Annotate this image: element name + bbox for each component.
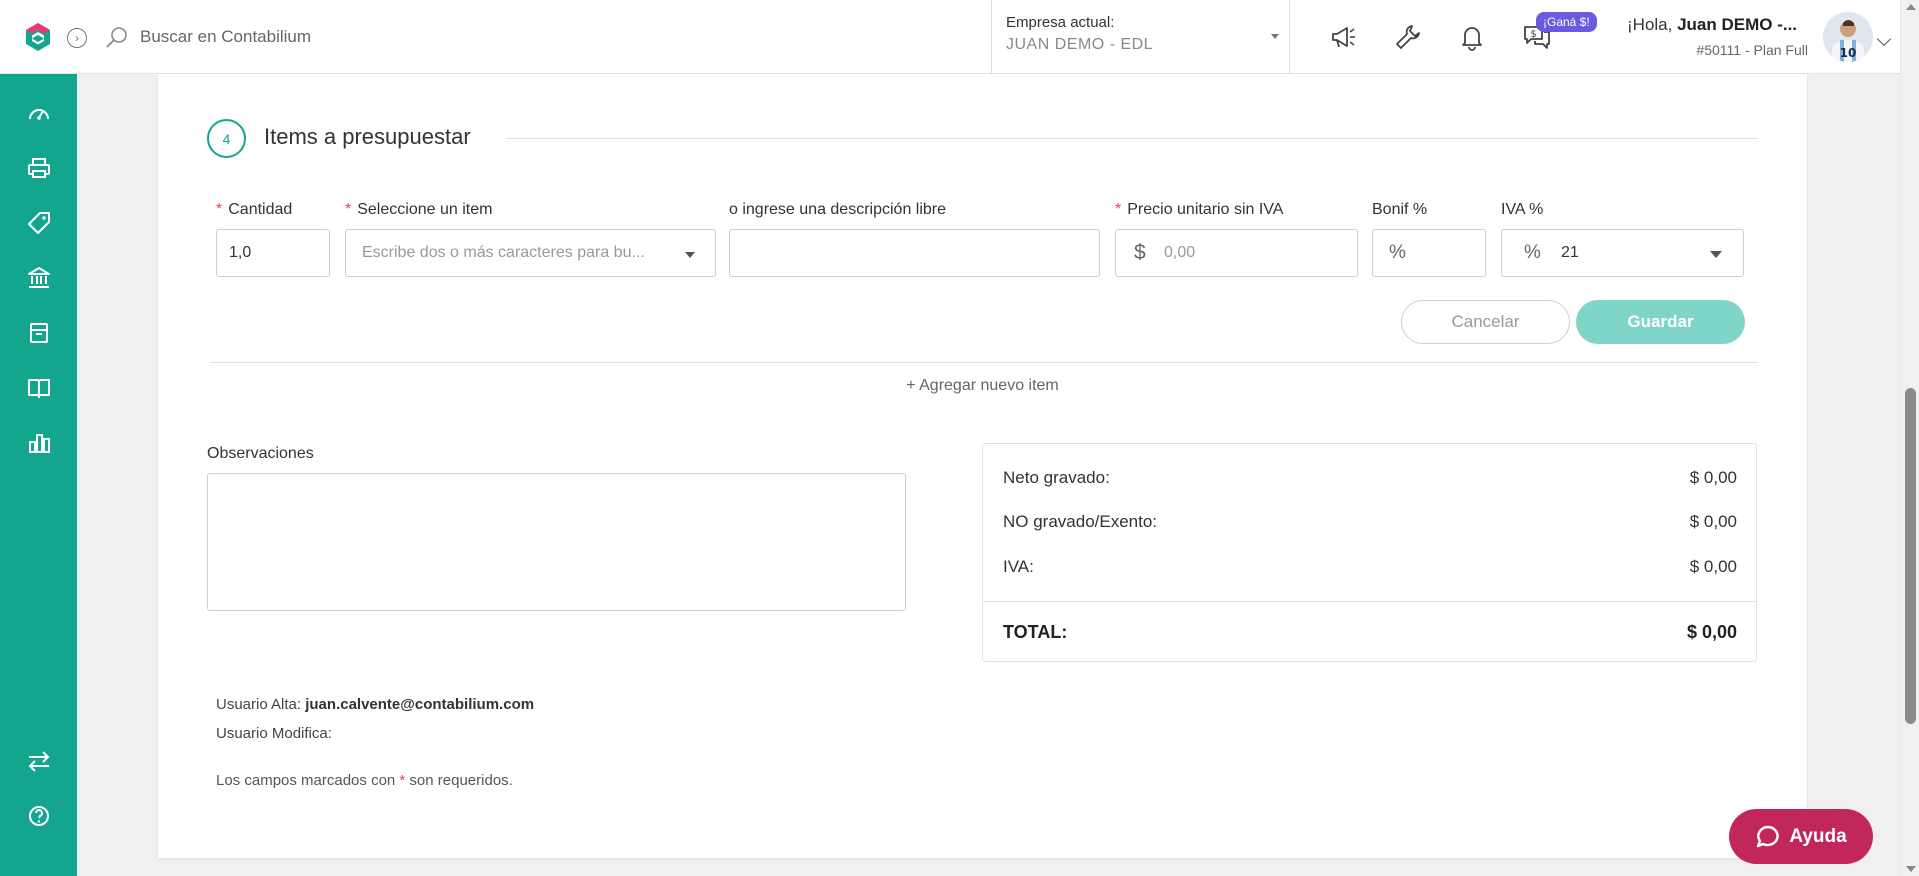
help-button-label: Ayuda: [1789, 825, 1847, 847]
archive-icon[interactable]: [26, 320, 52, 346]
dollar-icon: $: [1134, 241, 1146, 264]
item-select-label: * Seleccione un item: [345, 201, 492, 219]
totals-separator: [983, 601, 1756, 602]
created-by: Usuario Alta: juan.calvente@contabilium.…: [216, 696, 534, 713]
totals-panel: Neto gravado: $ 0,00 NO gravado/Exento: …: [982, 443, 1757, 662]
promo-badge[interactable]: ¡Ganá $!: [1536, 12, 1597, 32]
totals-row: NO gravado/Exento: $ 0,00: [1003, 512, 1737, 532]
scroll-up-icon[interactable]: [1906, 4, 1916, 10]
global-search-input[interactable]: [140, 24, 580, 50]
price-field[interactable]: $ 0,00: [1115, 229, 1358, 277]
section-title: Items a presupuestar: [264, 124, 471, 149]
chevron-down-icon: [1710, 251, 1722, 258]
total-label: TOTAL:: [1003, 622, 1068, 642]
item-select-placeholder: Escribe dos o más caracteres para bu...: [362, 244, 645, 261]
percent-icon: %: [1389, 242, 1406, 263]
quantity-value: 1,0: [229, 244, 252, 261]
user-name: Juan DEMO -...: [1677, 15, 1798, 34]
megaphone-icon[interactable]: [1328, 22, 1358, 52]
bell-icon[interactable]: [1457, 22, 1487, 52]
wrench-icon[interactable]: [1393, 22, 1423, 52]
scroll-thumb[interactable]: [1905, 388, 1916, 724]
totals-row: IVA: $ 0,00: [1003, 557, 1737, 577]
modified-by-label: Usuario Modifica:: [216, 725, 332, 742]
bank-icon[interactable]: [26, 265, 52, 291]
price-placeholder: 0,00: [1164, 244, 1196, 261]
dashboard-icon[interactable]: [26, 100, 52, 126]
neto-label: Neto gravado:: [1003, 468, 1110, 487]
tag-icon[interactable]: [26, 210, 52, 236]
required-mark: *: [1115, 201, 1122, 218]
totals-row: Neto gravado: $ 0,00: [1003, 468, 1737, 488]
chevron-down-icon[interactable]: [1876, 31, 1892, 47]
chevron-down-icon: [685, 252, 695, 258]
total-row: TOTAL: $ 0,00: [1003, 622, 1737, 643]
book-icon[interactable]: [26, 375, 52, 401]
required-note-suffix: son requeridos.: [405, 772, 513, 789]
save-button[interactable]: Guardar: [1576, 300, 1745, 344]
sidebar: [0, 74, 77, 876]
required-note-prefix: Los campos marcados con: [216, 772, 400, 789]
total-value: $ 0,00: [1686, 622, 1737, 642]
description-field[interactable]: [729, 229, 1100, 277]
chart-icon[interactable]: [26, 430, 52, 456]
scroll-down-icon[interactable]: [1906, 866, 1916, 872]
required-note: Los campos marcados con * son requeridos…: [216, 772, 513, 789]
company-selector[interactable]: Empresa actual: JUAN DEMO - EDL: [991, 0, 1290, 74]
iva-select[interactable]: % 21: [1501, 229, 1744, 277]
search-icon: [106, 27, 127, 48]
observations-label: Observaciones: [207, 445, 314, 462]
form-divider: [210, 362, 1758, 363]
neto-value: $ 0,00: [1689, 468, 1737, 487]
sidebar-toggle-chevron-icon[interactable]: ›: [67, 28, 87, 48]
printer-icon[interactable]: [26, 155, 52, 181]
section-divider: [506, 138, 1758, 139]
no-gravado-label: NO gravado/Exento:: [1003, 512, 1158, 531]
quantity-label-text: Cantidad: [228, 201, 293, 218]
cancel-button[interactable]: Cancelar: [1401, 300, 1570, 344]
svg-text:$: $: [1530, 29, 1536, 40]
item-select[interactable]: Escribe dos o más caracteres para bu...: [345, 229, 716, 277]
add-item-link[interactable]: + Agregar nuevo item: [158, 377, 1807, 395]
description-label: o ingrese una descripción libre: [729, 201, 947, 218]
quantity-label: * Cantidad: [216, 201, 292, 219]
help-button[interactable]: Ayuda: [1729, 809, 1873, 864]
price-label: * Precio unitario sin IVA: [1115, 201, 1283, 219]
percent-icon: %: [1524, 242, 1541, 263]
page-scrollbar[interactable]: [1900, 0, 1919, 876]
items-card: 4 Items a presupuestar * Cantidad * Selecc…: [158, 74, 1807, 858]
help-circle-icon[interactable]: [26, 803, 52, 829]
greeting-prefix: ¡Hola,: [1627, 15, 1678, 34]
company-value: JUAN DEMO - EDL: [1006, 36, 1154, 53]
iva-total-value: $ 0,00: [1689, 557, 1737, 576]
price-label-text: Precio unitario sin IVA: [1127, 201, 1284, 218]
discount-label: Bonif %: [1372, 201, 1428, 218]
item-select-label-text: Seleccione un item: [357, 201, 493, 218]
discount-field[interactable]: %: [1372, 229, 1486, 277]
iva-label: IVA %: [1501, 201, 1544, 218]
user-plan: #50111 - Plan Full: [1696, 42, 1808, 58]
observations-textarea[interactable]: [207, 473, 906, 611]
required-mark: *: [216, 201, 223, 218]
top-header: › Empresa actual: JUAN DEMO - EDL $ ¡Gan…: [0, 0, 1900, 74]
created-by-label: Usuario Alta:: [216, 696, 306, 713]
step-number: 4: [207, 119, 246, 158]
avatar[interactable]: 10: [1823, 12, 1873, 62]
svg-text:10: 10: [1840, 46, 1857, 60]
transfer-icon[interactable]: [26, 748, 52, 774]
chevron-down-icon: [1271, 34, 1279, 39]
iva-total-label: IVA:: [1003, 557, 1034, 576]
company-label: Empresa actual:: [1006, 14, 1115, 31]
user-greeting[interactable]: ¡Hola, Juan DEMO -...: [1627, 15, 1797, 35]
required-mark: *: [345, 201, 352, 218]
quantity-field[interactable]: 1,0: [216, 229, 330, 277]
contabilium-logo-icon[interactable]: [22, 21, 54, 53]
created-by-value: juan.calvente@contabilium.com: [305, 696, 535, 713]
no-gravado-value: $ 0,00: [1689, 512, 1737, 531]
chat-bubble-icon: [1757, 825, 1780, 847]
iva-value: 21: [1561, 244, 1579, 261]
